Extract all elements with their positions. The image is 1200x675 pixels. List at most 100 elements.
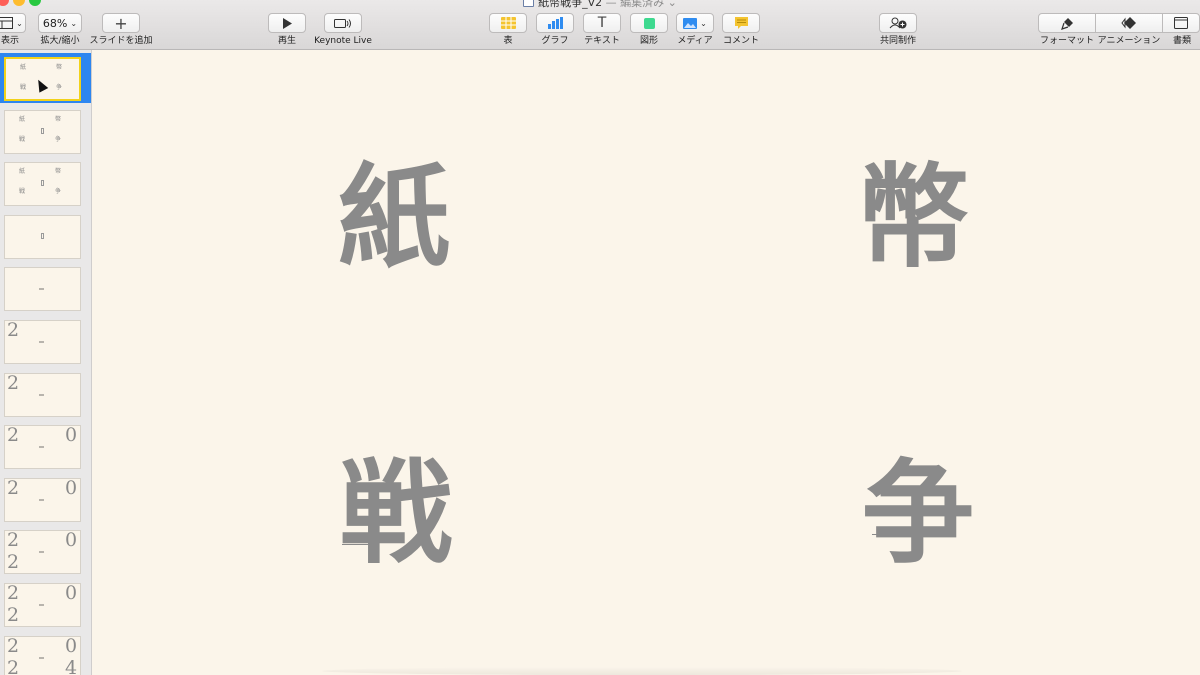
thumbnail-mark [41, 180, 44, 187]
thumbnail-digit: 0 [65, 530, 78, 552]
slide-glyph-sou[interactable]: 争 [862, 458, 974, 570]
collaborate-button[interactable] [879, 13, 917, 33]
thumbnail-digit: 2 [7, 477, 20, 499]
thumbnail-digit: 4 [65, 656, 78, 675]
thumbnail-mark [39, 393, 44, 396]
slide-thumbnail[interactable]: 2 0 2 [4, 583, 81, 627]
slide-thumbnail-row[interactable]: 2 [0, 316, 91, 366]
slide-glyph-sen[interactable]: 戦 [340, 458, 452, 570]
document-status[interactable]: 編集済み [620, 0, 664, 9]
play-button[interactable] [268, 13, 306, 33]
slide-thumbnail[interactable] [4, 214, 81, 259]
slide-thumbnail-row[interactable]: 紙 幣戦 争 [0, 53, 91, 103]
thumbnail-glyph: 幣 [55, 115, 62, 123]
zoom-chevron-down-icon: ⌄ [70, 18, 78, 28]
slide-glyph-kami[interactable]: 紙 [338, 162, 450, 274]
thumbnail-glyph: 紙 [19, 115, 26, 123]
slide-thumbnail[interactable]: 20 [4, 477, 81, 522]
slide-thumbnail-row[interactable] [0, 211, 91, 261]
title-chevron-down-icon[interactable]: ⌄ [668, 0, 677, 9]
thumbnail-mark [39, 341, 44, 343]
thumbnail-mark [41, 127, 44, 134]
slide-thumbnail-row[interactable]: 2 0 2 [0, 526, 91, 576]
slide-thumbnail[interactable]: 紙 幣戦 争 [4, 109, 81, 154]
thumbnail-glyph: 戦 [19, 188, 26, 196]
thumbnail-mark [39, 551, 44, 554]
thumbnail-glyph: 戦 [20, 84, 27, 91]
thumbnail-digit: 0 [65, 635, 78, 657]
document-button[interactable] [1162, 13, 1200, 33]
format-label: フォーマット [1039, 36, 1094, 46]
thumbnail-glyph: 幣 [56, 64, 63, 71]
slide-navigator[interactable]: 紙幣戦争紙幣戦争紙幣戦争2220202022022024 [0, 50, 92, 675]
toolbar: 紙幣戦争_V2 — 編集済み ⌄ ⌄ 表示 68% ⌄ 拡大/縮小 + スライド… [0, 0, 1200, 50]
glyph-stroke-line [342, 544, 374, 545]
document-name: 紙幣戦争_V2 [538, 0, 603, 9]
thumbnail-mark [39, 604, 44, 606]
thumbnail-digit: 2 [7, 372, 20, 394]
slide-thumbnail[interactable]: 2 [4, 372, 81, 417]
thumbnail-glyph: 紙 [20, 64, 27, 71]
view-label: 表示 [0, 36, 19, 46]
thumbnail-glyph: 紙 [19, 168, 26, 176]
view-button[interactable]: ⌄ [0, 13, 26, 33]
slide-thumbnail-row[interactable]: 紙 幣戦 争 [0, 106, 91, 156]
slide-glyph-hei[interactable]: 幣 [857, 162, 969, 274]
slide-thumbnail-row[interactable]: 紙 幣戦 争 [0, 158, 91, 208]
text-icon: T [597, 15, 607, 31]
play-label: 再生 [277, 36, 296, 46]
thumbnail-mark [39, 498, 44, 501]
thumbnail-glyph: 戦 [19, 135, 26, 143]
add-slide-label: スライドを追加 [89, 36, 153, 46]
slide-thumbnail[interactable]: 2 [4, 320, 81, 364]
title-separator: — [605, 0, 617, 9]
slide-thumbnail-row[interactable]: 20 [0, 421, 91, 471]
thumbnail-glyph: 争 [56, 84, 63, 91]
slide-thumbnail[interactable]: 2024 [4, 635, 81, 675]
comment-button[interactable] [722, 13, 760, 33]
slide-canvas[interactable]: 紙 幣 戦 争 [92, 50, 1200, 675]
add-slide-button[interactable]: + [102, 13, 140, 33]
slide-thumbnail-row[interactable]: 20 [0, 474, 91, 524]
animate-diamond-icon [1121, 17, 1136, 29]
chart-button[interactable] [536, 13, 574, 33]
zoom-select[interactable]: 68% ⌄ [38, 13, 82, 33]
keynote-live-icon [334, 18, 351, 28]
slide-thumbnail[interactable]: 20 [4, 425, 81, 470]
plus-icon: + [114, 13, 128, 33]
thumbnail-digit: 2 [7, 656, 20, 675]
animate-button[interactable] [1095, 13, 1163, 33]
table-button[interactable] [489, 13, 527, 33]
shape-button[interactable] [630, 13, 668, 33]
chart-label: グラフ [541, 36, 569, 46]
collaborate-icon [889, 17, 907, 29]
document-label: 書類 [1172, 36, 1191, 46]
keynote-live-button[interactable] [324, 13, 362, 33]
thumbnail-mark [39, 446, 44, 449]
zoom-value: 68% [42, 16, 68, 30]
comment-label: コメント [722, 36, 759, 46]
media-chevron-down-icon: ⌄ [700, 18, 707, 28]
thumbnail-digit: 2 [7, 635, 20, 657]
window-title: 紙幣戦争_V2 — 編集済み ⌄ [0, 0, 1200, 9]
slide-thumbnail-row[interactable] [0, 263, 91, 313]
keynote-live-label: Keynote Live [314, 36, 372, 46]
slide-thumbnail-row[interactable]: 2 [0, 369, 91, 419]
glyph-stroke-line [872, 534, 912, 535]
slide-thumbnail-row[interactable]: 2 0 2 [0, 579, 91, 629]
slide-thumbnail[interactable]: 紙 幣戦 争 [4, 162, 81, 207]
canvas-bottom-shadow [322, 667, 962, 675]
thumbnail-digit: 2 [7, 583, 20, 604]
thumbnail-digit: 2 [7, 530, 20, 552]
format-button[interactable] [1038, 13, 1096, 33]
slide-thumbnail-row[interactable]: 2024 [0, 632, 91, 675]
thumbnail-glyph: 争 [55, 188, 62, 196]
slide-thumbnail[interactable]: 2 0 2 [4, 530, 81, 575]
media-button[interactable]: ⌄ [676, 13, 714, 33]
slide-thumbnail[interactable] [4, 267, 81, 312]
text-button[interactable]: T [583, 13, 621, 33]
thumbnail-digit: 0 [65, 425, 78, 447]
thumbnail-digit: 0 [65, 583, 78, 604]
view-chevron-down-icon: ⌄ [16, 18, 23, 28]
comment-icon [734, 17, 748, 29]
